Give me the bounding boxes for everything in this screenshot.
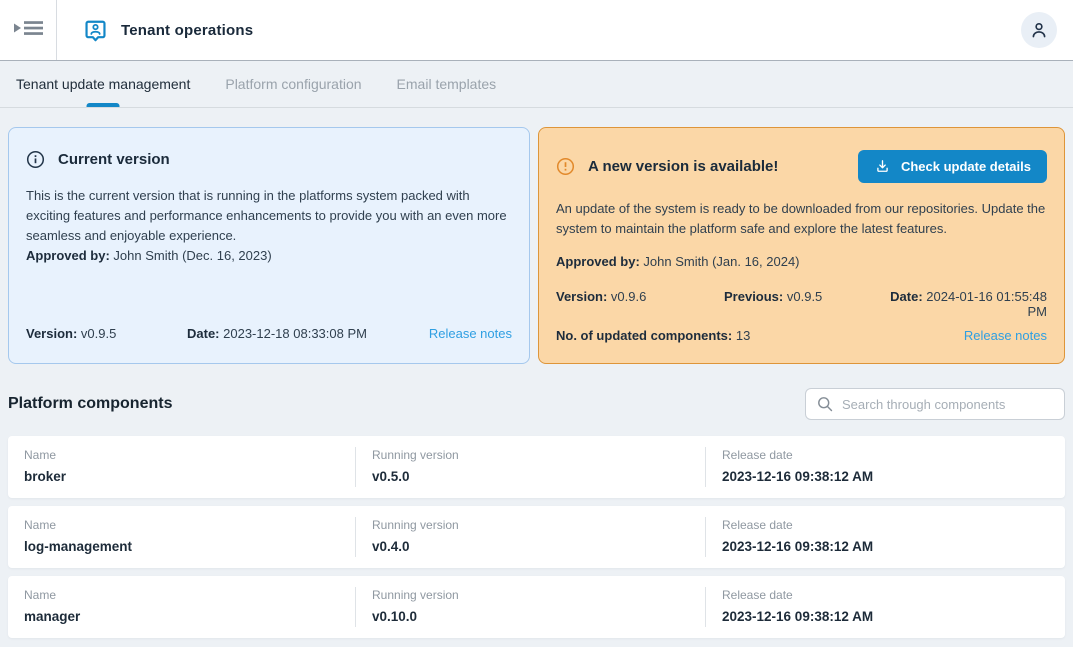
- download-icon: [874, 158, 891, 175]
- page: Tenant operations Tenant update manageme…: [0, 0, 1073, 647]
- update-version-value: Version: v0.9.6: [556, 289, 724, 319]
- search-input[interactable]: [842, 397, 1054, 412]
- release-date-cell: Release date 2023-12-16 09:38:12 AM: [705, 506, 1065, 568]
- person-badge-icon: [83, 18, 108, 43]
- running-version-cell: Running version v0.5.0: [355, 436, 705, 498]
- running-version-cell: Running version v0.10.0: [355, 576, 705, 638]
- running-version-column-label: Running version: [372, 588, 705, 602]
- new-version-description: An update of the system is ready to be d…: [556, 199, 1047, 239]
- component-name: manager: [24, 609, 355, 624]
- platform-components-header: Platform components: [8, 388, 1065, 420]
- page-title: Tenant operations: [121, 22, 253, 39]
- app-header: Tenant operations: [0, 0, 1073, 61]
- indent-menu-icon: [13, 18, 44, 43]
- update-approved-by: Approved by: John Smith (Jan. 16, 2024): [556, 252, 1047, 272]
- new-version-card: A new version is available! Check update…: [538, 127, 1065, 364]
- tab-bar: Tenant update management Platform config…: [0, 61, 1073, 108]
- table-row-manager: Name manager Running version v0.10.0 Rel…: [8, 576, 1065, 638]
- name-column-label: Name: [24, 588, 355, 602]
- release-date-column-label: Release date: [722, 588, 1065, 602]
- app-title-group: Tenant operations: [83, 18, 253, 43]
- current-version-description: This is the current version that is runn…: [26, 186, 512, 246]
- name-cell: Name broker: [8, 436, 355, 498]
- release-date-cell: Release date 2023-12-16 09:38:12 AM: [705, 436, 1065, 498]
- version-cards: Current version This is the current vers…: [8, 127, 1065, 364]
- running-version-column-label: Running version: [372, 448, 705, 462]
- search-icon: [816, 395, 834, 413]
- component-release-date: 2023-12-16 09:38:12 AM: [722, 609, 1065, 624]
- name-cell: Name log-management: [8, 506, 355, 568]
- running-version-cell: Running version v0.4.0: [355, 506, 705, 568]
- tab-tenant-update-management[interactable]: Tenant update management: [14, 61, 192, 107]
- current-version-card: Current version This is the current vers…: [8, 127, 530, 364]
- update-date-value: Date: 2024-01-16 01:55:48 PM: [877, 289, 1047, 319]
- new-version-title: A new version is available!: [588, 158, 778, 175]
- section-title: Platform components: [8, 395, 172, 413]
- check-update-details-button[interactable]: Check update details: [858, 150, 1047, 183]
- release-date-column-label: Release date: [722, 518, 1065, 532]
- component-version: v0.4.0: [372, 539, 705, 554]
- components-search-box: [805, 388, 1065, 420]
- current-date-value: Date: 2023-12-18 08:33:08 PM: [187, 326, 429, 341]
- component-name: broker: [24, 469, 355, 484]
- component-version: v0.10.0: [372, 609, 705, 624]
- running-version-column-label: Running version: [372, 518, 705, 532]
- update-release-notes-link[interactable]: Release notes: [964, 328, 1047, 343]
- warning-circle-icon: [556, 157, 575, 176]
- name-column-label: Name: [24, 448, 355, 462]
- release-date-column-label: Release date: [722, 448, 1065, 462]
- name-column-label: Name: [24, 518, 355, 532]
- component-release-date: 2023-12-16 09:38:12 AM: [722, 539, 1065, 554]
- person-icon: [1028, 19, 1050, 41]
- name-cell: Name manager: [8, 576, 355, 638]
- tab-platform-configuration[interactable]: Platform configuration: [223, 61, 363, 107]
- current-version-value: Version: v0.9.5: [26, 326, 187, 341]
- update-previous-value: Previous: v0.9.5: [724, 289, 877, 319]
- updated-components-count: No. of updated components: 13: [556, 328, 750, 343]
- component-release-date: 2023-12-16 09:38:12 AM: [722, 469, 1065, 484]
- tab-email-templates[interactable]: Email templates: [395, 61, 499, 107]
- release-date-cell: Release date 2023-12-16 09:38:12 AM: [705, 576, 1065, 638]
- current-version-title: Current version: [58, 151, 170, 168]
- table-row-log-management: Name log-management Running version v0.4…: [8, 506, 1065, 568]
- components-list: Name broker Running version v0.5.0 Relea…: [8, 436, 1065, 646]
- component-name: log-management: [24, 539, 355, 554]
- info-circle-icon: [26, 150, 45, 169]
- sidebar-toggle-button[interactable]: [0, 0, 57, 60]
- component-version: v0.5.0: [372, 469, 705, 484]
- table-row-broker: Name broker Running version v0.5.0 Relea…: [8, 436, 1065, 498]
- current-approved-by: Approved by: John Smith (Dec. 16, 2023): [26, 246, 512, 266]
- current-release-notes-link[interactable]: Release notes: [429, 326, 512, 341]
- user-account-button[interactable]: [1021, 12, 1057, 48]
